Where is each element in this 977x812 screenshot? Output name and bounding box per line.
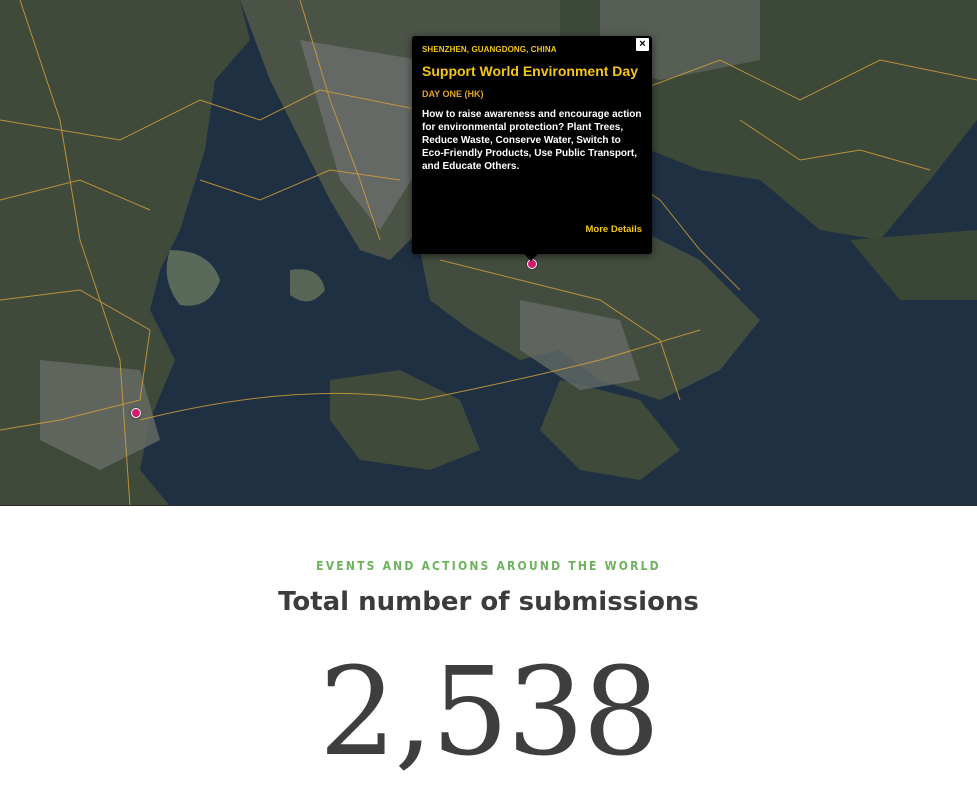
- more-details-link[interactable]: More Details: [586, 224, 643, 235]
- event-popup: × SHENZHEN, GUANGDONG, CHINA Support Wor…: [412, 36, 652, 261]
- close-icon[interactable]: ×: [636, 38, 649, 51]
- submission-count: 2,538: [318, 641, 660, 783]
- popup-description: How to raise awareness and encourage act…: [422, 109, 642, 172]
- submissions-section: EVENTS AND ACTIONS AROUND THE WORLD Tota…: [0, 507, 977, 812]
- section-title: Total number of submissions: [278, 587, 699, 617]
- section-eyebrow: EVENTS AND ACTIONS AROUND THE WORLD: [316, 559, 661, 573]
- map[interactable]: × SHENZHEN, GUANGDONG, CHINA Support Wor…: [0, 0, 977, 506]
- popup-subtitle: DAY ONE (HK): [422, 89, 484, 99]
- popup-location: SHENZHEN, GUANGDONG, CHINA: [422, 45, 557, 54]
- popup-title: Support World Environment Day: [422, 63, 638, 79]
- marker-west[interactable]: [131, 408, 141, 418]
